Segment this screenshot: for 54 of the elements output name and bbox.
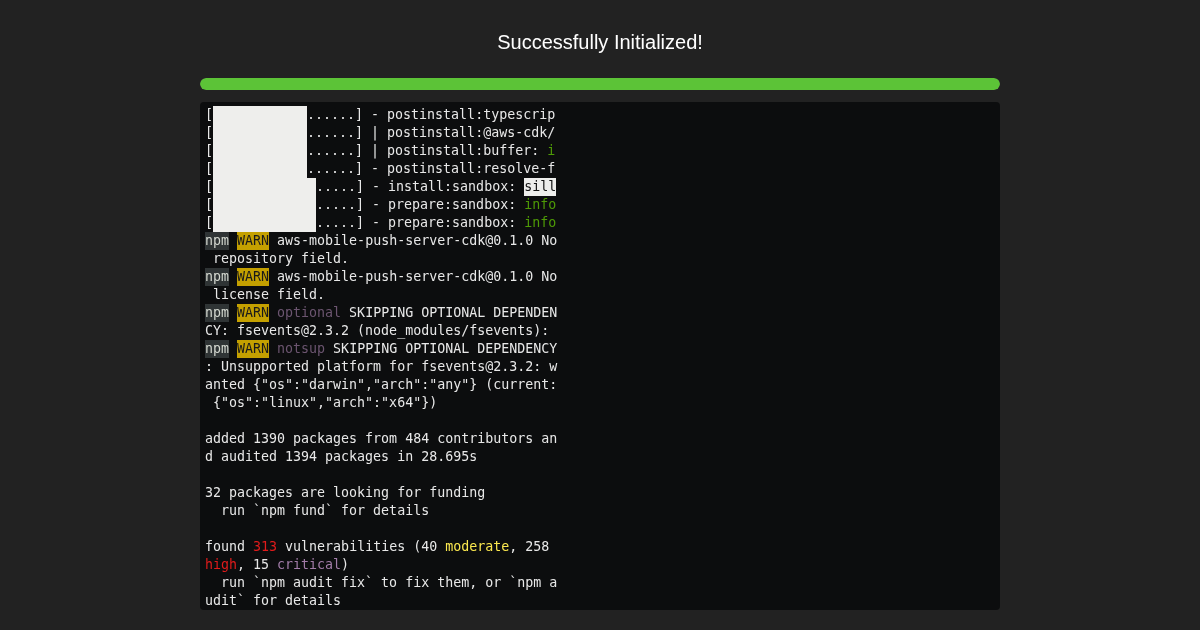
terminal-text: .....] - prepare:sandbox: bbox=[316, 214, 518, 232]
npm-tag: npm bbox=[205, 232, 230, 250]
terminal-text: ......] - postinstall:typescrip bbox=[307, 106, 556, 124]
terminal-text: ) bbox=[341, 556, 350, 574]
warn-tag: WARN bbox=[237, 268, 270, 286]
terminal-text: run `npm fund` for details bbox=[220, 502, 430, 520]
info-tag: info bbox=[524, 214, 557, 232]
terminal-text: [ bbox=[205, 124, 213, 142]
severity-text: moderate bbox=[445, 538, 510, 556]
terminal-text: SKIPPING OPTIONAL DEPENDENCY bbox=[332, 340, 558, 358]
warn-tag: WARN bbox=[237, 232, 270, 250]
terminal-text: aws-mobile-push-server-cdk@0.1.0 No bbox=[276, 268, 558, 286]
terminal-text: vulnerabilities (40 bbox=[284, 538, 439, 556]
terminal-text: [ bbox=[205, 160, 213, 178]
terminal-text: 32 packages are looking for funding bbox=[205, 484, 486, 502]
severity-text: high bbox=[205, 556, 238, 574]
terminal-text: CY: fsevents@2.3.2 (node_modules/fsevents): bbox=[205, 322, 550, 340]
terminal-text: [ bbox=[205, 106, 213, 124]
info-tag: i bbox=[547, 142, 556, 160]
terminal-text: [ bbox=[205, 196, 213, 214]
terminal-text: [ bbox=[205, 214, 213, 232]
warn-tag: WARN bbox=[237, 340, 270, 358]
terminal-text: {"os":"linux","arch":"x64"}) bbox=[212, 394, 438, 412]
npm-tag: npm bbox=[205, 304, 230, 322]
npm-tag: npm bbox=[205, 268, 230, 286]
terminal-text: ......] | postinstall:@aws-cdk/ bbox=[307, 124, 556, 142]
log-tag: notsup bbox=[277, 340, 326, 358]
terminal-text: [ bbox=[205, 142, 213, 160]
info-tag: info bbox=[524, 196, 557, 214]
terminal-text: anted {"os":"darwin","arch":"any"} (current: bbox=[205, 376, 558, 394]
terminal-text: aws-mobile-push-server-cdk@0.1.0 No bbox=[276, 232, 558, 250]
terminal-text: added 1390 packages from 484 contributors an bbox=[205, 430, 558, 448]
terminal-text: run `npm audit fix` to fix them, or `npm a bbox=[220, 574, 558, 592]
terminal-text: , 258 bbox=[509, 538, 550, 556]
terminal-text: udit` for details bbox=[205, 592, 342, 610]
sill-tag: sill bbox=[524, 178, 557, 196]
page-title: Successfully Initialized! bbox=[497, 30, 703, 54]
terminal-text: [ bbox=[205, 178, 213, 196]
terminal-text: repository field. bbox=[212, 250, 350, 268]
terminal-text: SKIPPING OPTIONAL DEPENDEN bbox=[348, 304, 558, 322]
npm-tag: npm bbox=[205, 340, 230, 358]
terminal-text: found bbox=[205, 538, 247, 556]
terminal-text: .....] - install:sandbox: bbox=[316, 178, 518, 196]
warn-tag: WARN bbox=[237, 304, 270, 322]
terminal-text: : Unsupported platform for fsevents@2.3.2: w bbox=[205, 358, 558, 376]
terminal-text: , 15 bbox=[237, 556, 271, 574]
terminal-text: d audited 1394 packages in 28.695s bbox=[205, 448, 478, 466]
severity-text: 313 bbox=[253, 538, 278, 556]
terminal-text: ......] - postinstall:resolve-f bbox=[307, 160, 556, 178]
terminal-text: .....] - prepare:sandbox: bbox=[316, 196, 518, 214]
log-tag: optional bbox=[277, 304, 342, 322]
severity-text: critical bbox=[277, 556, 342, 574]
terminal-text: ......] | postinstall:buffer: bbox=[307, 142, 541, 160]
terminal-text: license field. bbox=[212, 286, 326, 304]
